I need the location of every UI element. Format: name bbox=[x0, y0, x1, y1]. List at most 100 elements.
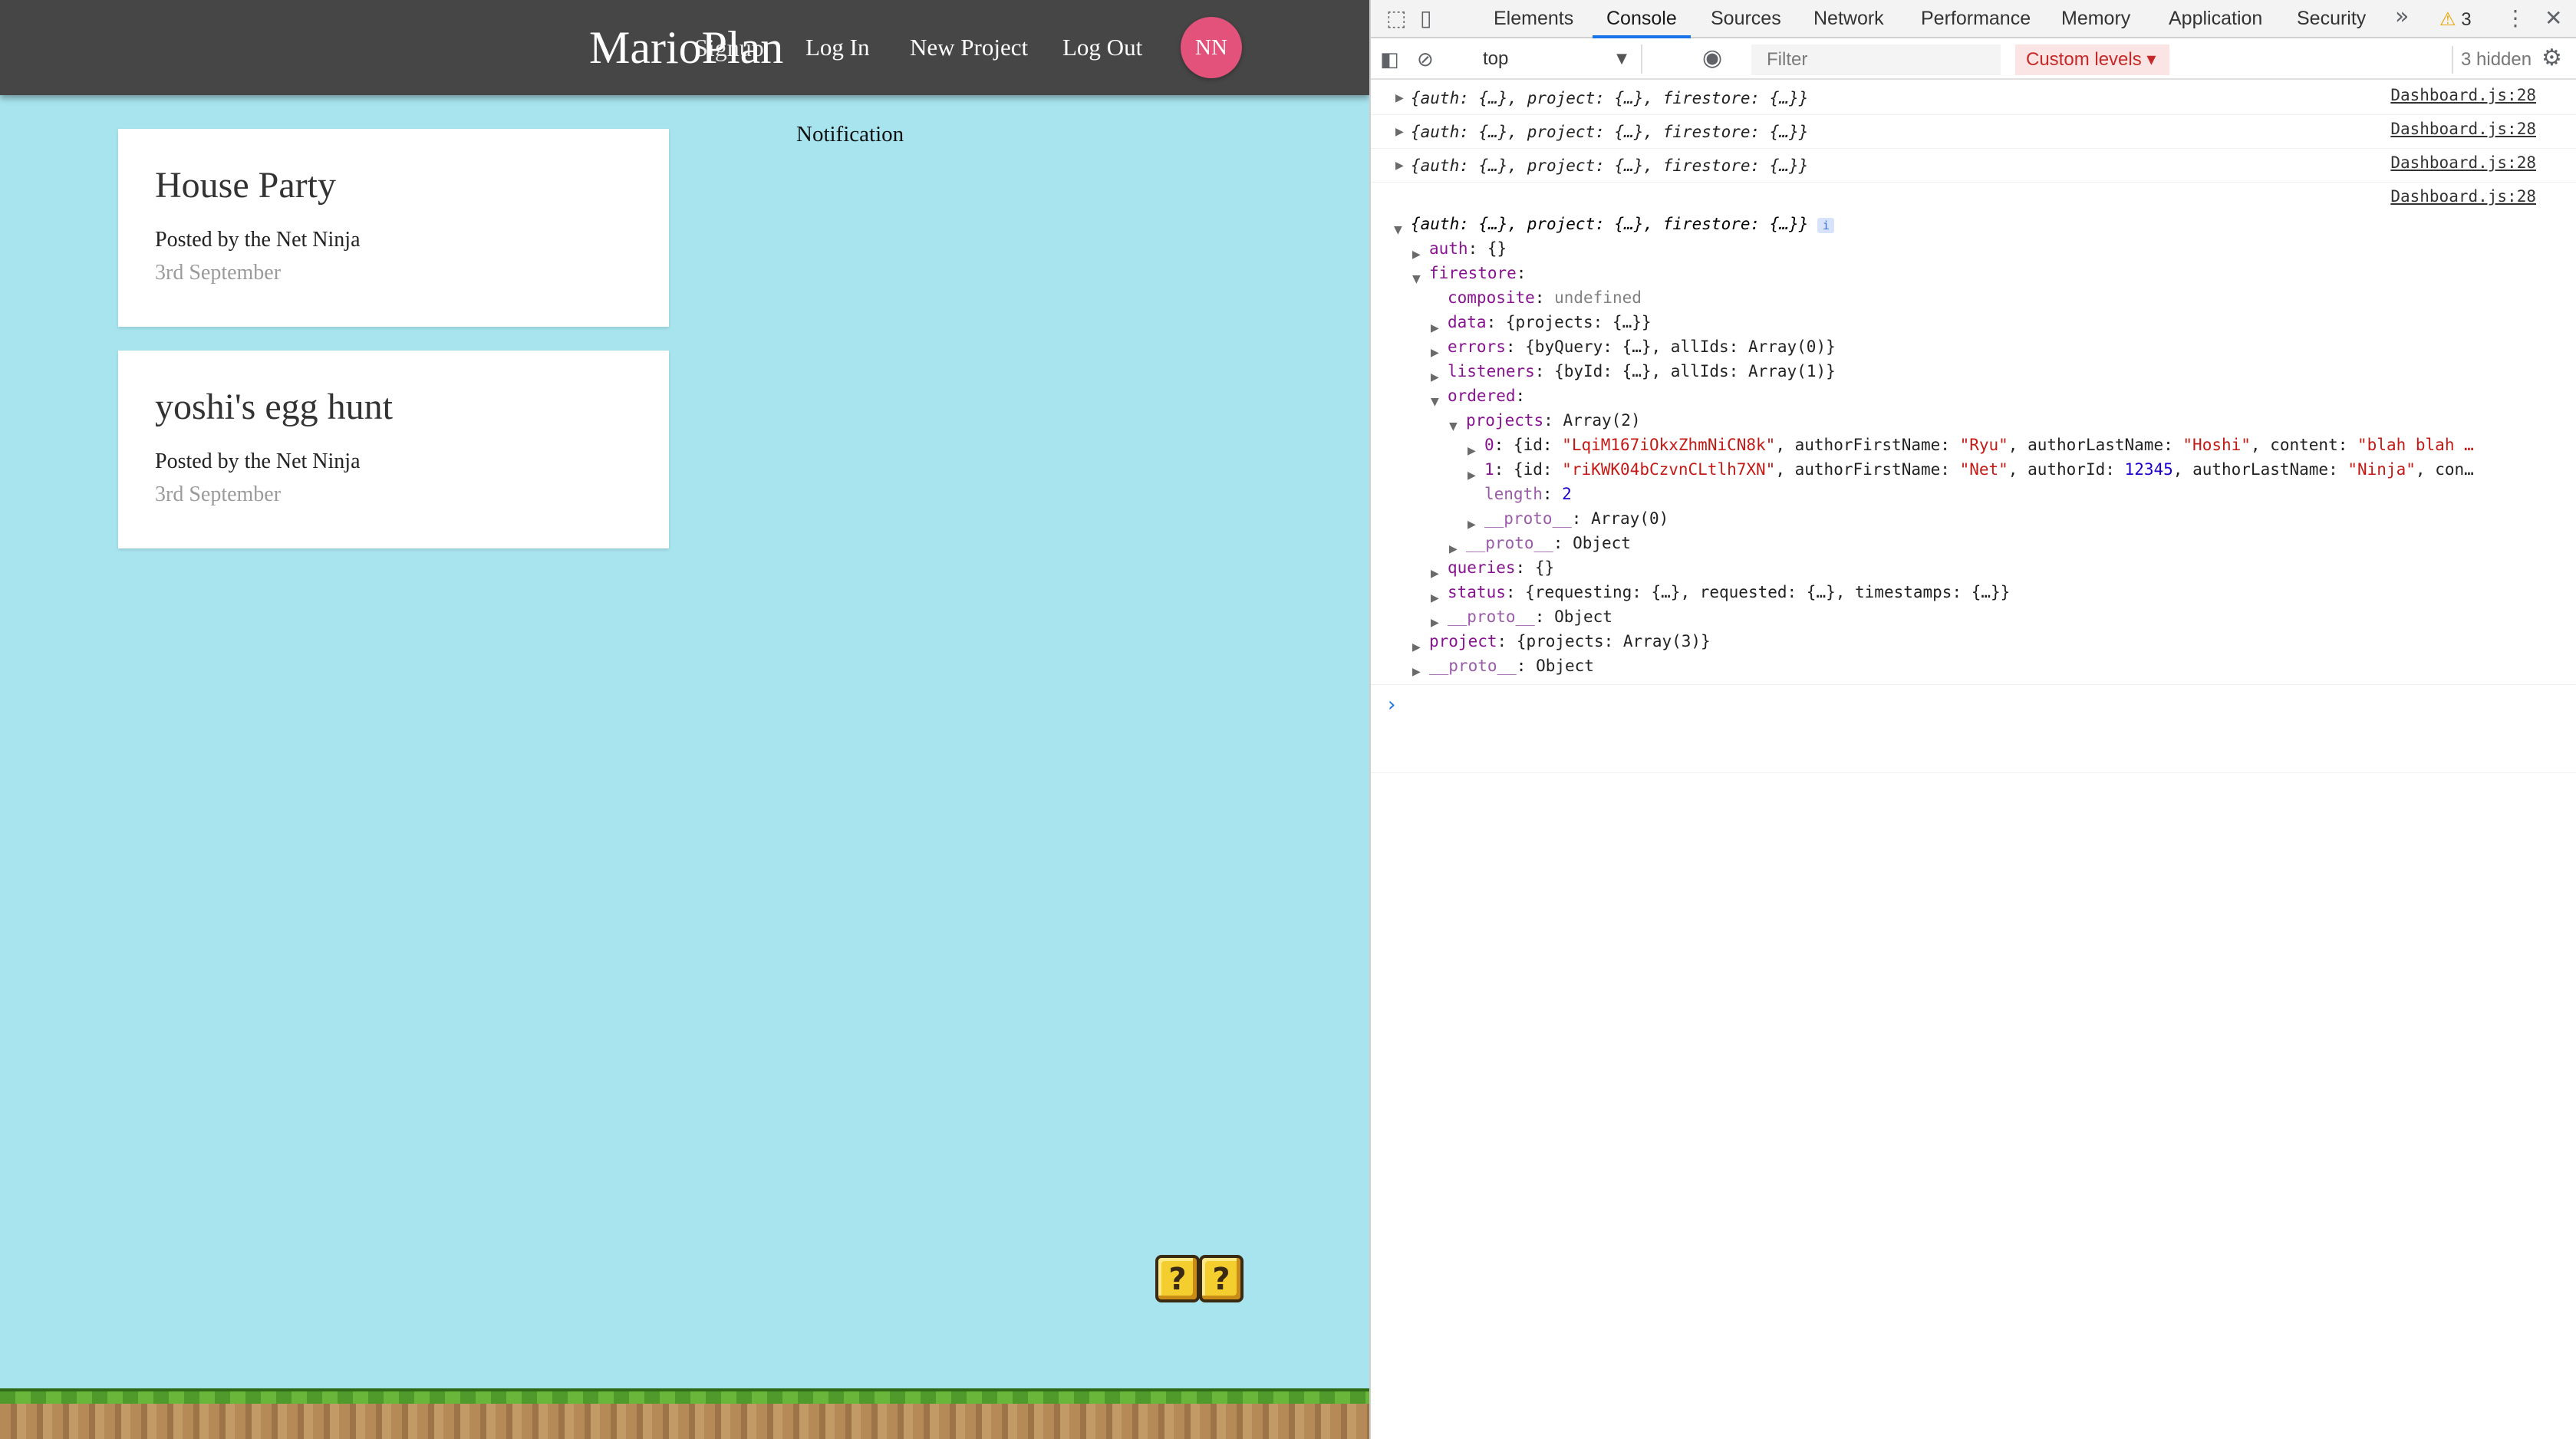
tree-row-firestore[interactable]: ▼ firestore: bbox=[1412, 261, 1526, 285]
tree-row-length: length: 2 bbox=[1484, 485, 1572, 503]
tree-key: firestore bbox=[1429, 264, 1517, 282]
console-prompt-icon: › bbox=[1388, 693, 1396, 716]
tree-key: data bbox=[1448, 313, 1487, 331]
tree-value: Object bbox=[1573, 534, 1631, 552]
tree-value: {requesting: {…}, requested: {…}, timest… bbox=[1525, 583, 2011, 601]
ground-dirt bbox=[0, 1404, 1369, 1439]
expand-triangle-icon[interactable]: ▶ bbox=[1395, 126, 1404, 138]
log-entry-expanded: Dashboard.js:28 ▼ {auth: {…}, project: {… bbox=[1371, 183, 2576, 773]
tree-key: content bbox=[2270, 436, 2338, 454]
tree-value: "Net" bbox=[1959, 460, 2008, 479]
collapse-triangle-icon[interactable]: ▼ bbox=[1431, 390, 1439, 414]
tree-value: Array(0) bbox=[1591, 509, 1669, 528]
console-toolbar: ◧ ⊘ top ▼ ◉ Custom levels ▾ 3 hidden ⚙ bbox=[1371, 40, 2576, 80]
tree-row-data[interactable]: ▶ data: {projects: {…}} bbox=[1431, 310, 1652, 334]
tree-key: projects bbox=[1466, 411, 1544, 430]
tree-key: authorId bbox=[2028, 460, 2106, 479]
tab-console[interactable]: Console bbox=[1593, 0, 1691, 38]
kebab-menu-icon[interactable]: ⋮ bbox=[2505, 3, 2526, 34]
clear-console-icon[interactable]: ⊘ bbox=[1417, 44, 1434, 75]
project-card[interactable]: yoshi's egg hunt Posted by the Net Ninja… bbox=[118, 351, 669, 548]
collapse-triangle-icon[interactable]: ▼ bbox=[1412, 267, 1421, 291]
tree-row-proto-object[interactable]: ▶ __proto__: Object bbox=[1449, 531, 1631, 555]
project-author: Posted by the Net Ninja bbox=[155, 449, 361, 473]
tree-value: Object bbox=[1554, 608, 1612, 626]
tree-row-status[interactable]: ▶ status: {requesting: {…}, requested: {… bbox=[1431, 580, 2010, 604]
log-summary: {auth: {…}, project: {…}, firestore: {…}… bbox=[1411, 89, 1809, 107]
log-summary: {auth: {…}, project: {…}, firestore: {…}… bbox=[1411, 215, 1809, 233]
nav-link-login[interactable]: Log In bbox=[805, 31, 870, 64]
log-source-link[interactable]: Dashboard.js:28 bbox=[2390, 186, 2536, 207]
log-source-link[interactable]: Dashboard.js:28 bbox=[2390, 118, 2536, 140]
log-entry[interactable]: ▶ {auth: {…}, project: {…}, firestore: {… bbox=[1371, 149, 2576, 183]
close-icon[interactable]: ✕ bbox=[2545, 3, 2562, 34]
divider bbox=[1371, 684, 2576, 685]
collapse-triangle-icon[interactable]: ▼ bbox=[1449, 414, 1458, 439]
tree-key: __proto__ bbox=[1466, 534, 1553, 552]
chevron-down-icon: ▾ bbox=[2146, 49, 2156, 70]
expand-triangle-icon[interactable]: ▶ bbox=[1412, 660, 1421, 684]
tree-row-errors[interactable]: ▶ errors: {byQuery: {…}, allIds: Array(0… bbox=[1431, 334, 1836, 359]
eye-icon[interactable]: ◉ bbox=[1702, 43, 1722, 74]
collapse-triangle-icon[interactable]: ▼ bbox=[1394, 218, 1402, 242]
expand-triangle-icon[interactable]: ▶ bbox=[1395, 160, 1404, 172]
tree-row-project-0[interactable]: ▶ 0: {id: "LqiM167iOkxZhmNiCN8k", author… bbox=[1468, 433, 2541, 457]
tree-row-project-1[interactable]: ▶ 1: {id: "riKWK04bCzvnCLtlh7XN", author… bbox=[1468, 457, 2541, 482]
log-summary: {auth: {…}, project: {…}, firestore: {…}… bbox=[1411, 156, 1809, 175]
tree-row-proto-array[interactable]: ▶ __proto__: Array(0) bbox=[1468, 506, 1668, 531]
tree-row-project[interactable]: ▶ project: {projects: Array(3)} bbox=[1412, 629, 1711, 654]
log-levels-label: Custom levels bbox=[2026, 49, 2142, 70]
tab-network[interactable]: Network bbox=[1813, 0, 1884, 38]
tree-key: errors bbox=[1448, 338, 1506, 356]
user-avatar[interactable]: NN bbox=[1181, 17, 1242, 78]
tab-application[interactable]: Application bbox=[2169, 0, 2262, 38]
device-toggle-icon[interactable]: ▯ bbox=[1420, 3, 1431, 34]
filter-input[interactable] bbox=[1751, 44, 2001, 75]
inspect-icon[interactable]: ⬚ bbox=[1386, 3, 1406, 34]
tree-row-projects[interactable]: ▼ projects: Array(2) bbox=[1449, 408, 1641, 433]
expand-triangle-icon[interactable]: ▶ bbox=[1395, 92, 1404, 104]
project-card[interactable]: House Party Posted by the Net Ninja 3rd … bbox=[118, 129, 669, 327]
context-selector[interactable]: top ▼ bbox=[1475, 44, 1642, 74]
warning-count: 3 bbox=[2461, 9, 2472, 30]
tree-row-ordered[interactable]: ▼ ordered: bbox=[1431, 384, 1525, 408]
log-levels-dropdown[interactable]: Custom levels ▾ bbox=[2015, 44, 2170, 75]
sidebar-toggle-icon[interactable]: ◧ bbox=[1380, 44, 1399, 75]
tree-row-root-proto[interactable]: ▶ __proto__: Object bbox=[1412, 654, 1594, 678]
warning-counter[interactable]: ⚠ 3 bbox=[2439, 6, 2472, 33]
expand-triangle-icon[interactable]: ▶ bbox=[1468, 439, 1476, 457]
log-entry[interactable]: ▶ {auth: {…}, project: {…}, firestore: {… bbox=[1371, 81, 2576, 115]
tree-value: "Ninja" bbox=[2347, 460, 2416, 479]
nav-link-signup[interactable]: Signup bbox=[694, 31, 764, 64]
tree-key: authorLastName bbox=[2192, 460, 2329, 479]
tree-row-auth[interactable]: ▶ auth: {} bbox=[1412, 236, 1507, 261]
log-entry[interactable]: ▶ {auth: {…}, project: {…}, firestore: {… bbox=[1371, 115, 2576, 149]
more-tabs-icon[interactable]: » bbox=[2395, 2, 2409, 32]
tree-row-firestore-proto[interactable]: ▶ __proto__: Object bbox=[1431, 604, 1612, 629]
chevron-down-icon: ▼ bbox=[1616, 51, 1627, 67]
settings-gear-icon[interactable]: ⚙ bbox=[2541, 43, 2562, 74]
nav-link-logout[interactable]: Log Out bbox=[1062, 31, 1142, 64]
expand-triangle-icon[interactable]: ▶ bbox=[1468, 463, 1476, 482]
tree-value: "blah blah … bbox=[2357, 436, 2474, 454]
tab-sources[interactable]: Sources bbox=[1711, 0, 1781, 38]
nav-link-new-project[interactable]: New Project bbox=[910, 31, 1028, 64]
navbar: MarioPlan Signup Log In New Project Log … bbox=[0, 0, 1369, 95]
tab-performance[interactable]: Performance bbox=[1921, 0, 2031, 38]
tree-root[interactable]: ▼ {auth: {…}, project: {…}, firestore: {… bbox=[1394, 212, 1835, 236]
ground-grass bbox=[0, 1388, 1369, 1404]
tab-elements[interactable]: Elements bbox=[1494, 0, 1573, 38]
tab-memory[interactable]: Memory bbox=[2061, 0, 2130, 38]
log-source-link[interactable]: Dashboard.js:28 bbox=[2390, 84, 2536, 106]
log-source-link[interactable]: Dashboard.js:28 bbox=[2390, 152, 2536, 173]
console-output: ▶ {auth: {…}, project: {…}, firestore: {… bbox=[1371, 81, 2576, 773]
tree-value: Array(2) bbox=[1563, 411, 1641, 430]
question-block-icon: ? bbox=[1199, 1255, 1244, 1302]
console-prompt-line[interactable]: › bbox=[1371, 693, 2576, 724]
tree-row-listeners[interactable]: ▶ listeners: {byId: {…}, allIds: Array(1… bbox=[1431, 359, 1836, 384]
info-icon[interactable]: i bbox=[1817, 218, 1835, 233]
tab-security[interactable]: Security bbox=[2297, 0, 2366, 38]
warning-icon: ⚠ bbox=[2439, 8, 2456, 30]
tree-row-queries[interactable]: ▶ queries: {} bbox=[1431, 555, 1554, 580]
tree-value: Object bbox=[1536, 657, 1594, 675]
